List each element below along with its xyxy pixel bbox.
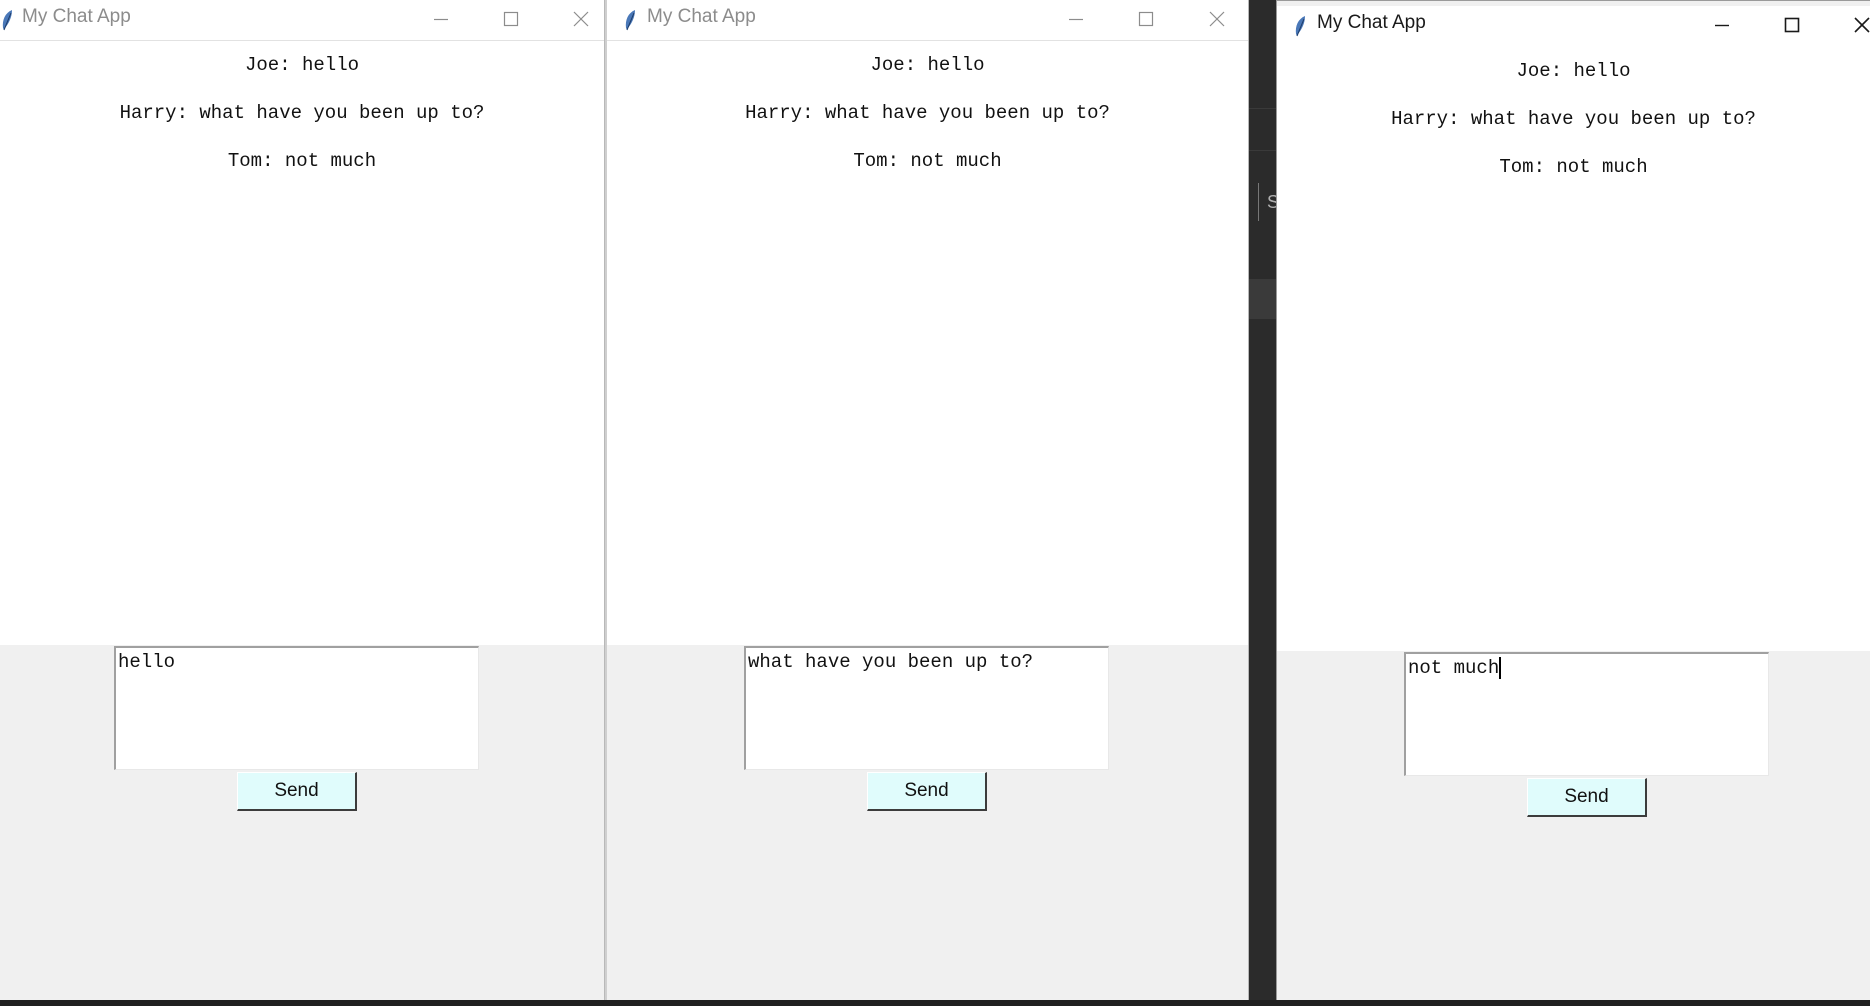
message-input-text: what have you been up to?: [748, 651, 1034, 673]
message-input-text: not much: [1408, 657, 1500, 679]
maximize-button[interactable]: [483, 0, 539, 38]
window-title: My Chat App: [1317, 12, 1426, 33]
close-icon: [1209, 11, 1225, 27]
maximize-icon: [1784, 17, 1800, 33]
message-input[interactable]: not much: [1404, 652, 1769, 776]
text-caret: [1499, 657, 1502, 679]
minimize-button[interactable]: [1048, 0, 1104, 38]
message-input[interactable]: hello: [114, 646, 479, 770]
message-item: Joe: hello: [244, 54, 360, 76]
maximize-icon: [1138, 11, 1154, 27]
message-display: Joe: hello Harry: what have you been up …: [0, 41, 604, 645]
message-input-text: hello: [118, 651, 176, 673]
window-title: My Chat App: [22, 6, 131, 27]
send-button[interactable]: Send: [1527, 778, 1647, 817]
window-title: My Chat App: [647, 6, 756, 27]
message-display: Joe: hello Harry: what have you been up …: [607, 41, 1248, 645]
minimize-button[interactable]: [1694, 6, 1750, 44]
message-item: Tom: not much: [853, 150, 1002, 172]
feather-icon: [1295, 16, 1305, 37]
maximize-button[interactable]: [1764, 6, 1820, 44]
background-highlight: [1249, 279, 1277, 319]
message-item: Tom: not much: [227, 150, 377, 172]
close-button[interactable]: [553, 0, 604, 38]
minimize-icon: [1715, 24, 1729, 27]
message-list: Joe: hello Harry: what have you been up …: [607, 41, 1248, 185]
maximize-icon: [503, 11, 519, 27]
background-divider: [1249, 150, 1277, 151]
chat-window-3: My Chat App Joe: hello Harry: what have …: [1276, 0, 1870, 1000]
background-partial-text: S: [1267, 192, 1276, 212]
message-item: Harry: what have you been up to?: [745, 102, 1110, 124]
message-item: Joe: hello: [870, 54, 985, 76]
feather-icon: [625, 10, 635, 31]
message-display: Joe: hello Harry: what have you been up …: [1277, 47, 1870, 651]
close-icon: [1854, 17, 1870, 33]
background-separator: [1258, 183, 1259, 221]
minimize-icon: [434, 18, 448, 21]
message-input[interactable]: what have you been up to?: [744, 646, 1109, 770]
title-bar[interactable]: My Chat App: [607, 0, 1248, 41]
title-bar[interactable]: My Chat App: [1277, 6, 1870, 48]
close-button[interactable]: [1189, 0, 1245, 38]
send-button[interactable]: Send: [237, 772, 357, 811]
minimize-icon: [1069, 18, 1083, 21]
background-bottom-strip: [0, 1000, 1870, 1006]
close-button[interactable]: [1834, 6, 1870, 44]
message-list: Joe: hello Harry: what have you been up …: [1277, 47, 1870, 191]
background-divider: [1249, 108, 1277, 109]
message-item: Harry: what have you been up to?: [119, 102, 485, 124]
message-list: Joe: hello Harry: what have you been up …: [0, 41, 604, 185]
maximize-button[interactable]: [1118, 0, 1174, 38]
minimize-button[interactable]: [413, 0, 469, 38]
message-item: Harry: what have you been up to?: [1391, 108, 1756, 130]
title-bar[interactable]: My Chat App: [0, 0, 604, 41]
chat-window-1: My Chat App Joe: hello Harry: what have …: [0, 0, 605, 1000]
send-button[interactable]: Send: [867, 772, 987, 811]
feather-icon: [2, 10, 12, 31]
chat-window-2: My Chat App Joe: hello Harry: what have …: [605, 0, 1249, 1000]
message-item: Joe: hello: [1516, 60, 1631, 82]
message-item: Tom: not much: [1499, 156, 1648, 178]
close-icon: [573, 11, 589, 27]
